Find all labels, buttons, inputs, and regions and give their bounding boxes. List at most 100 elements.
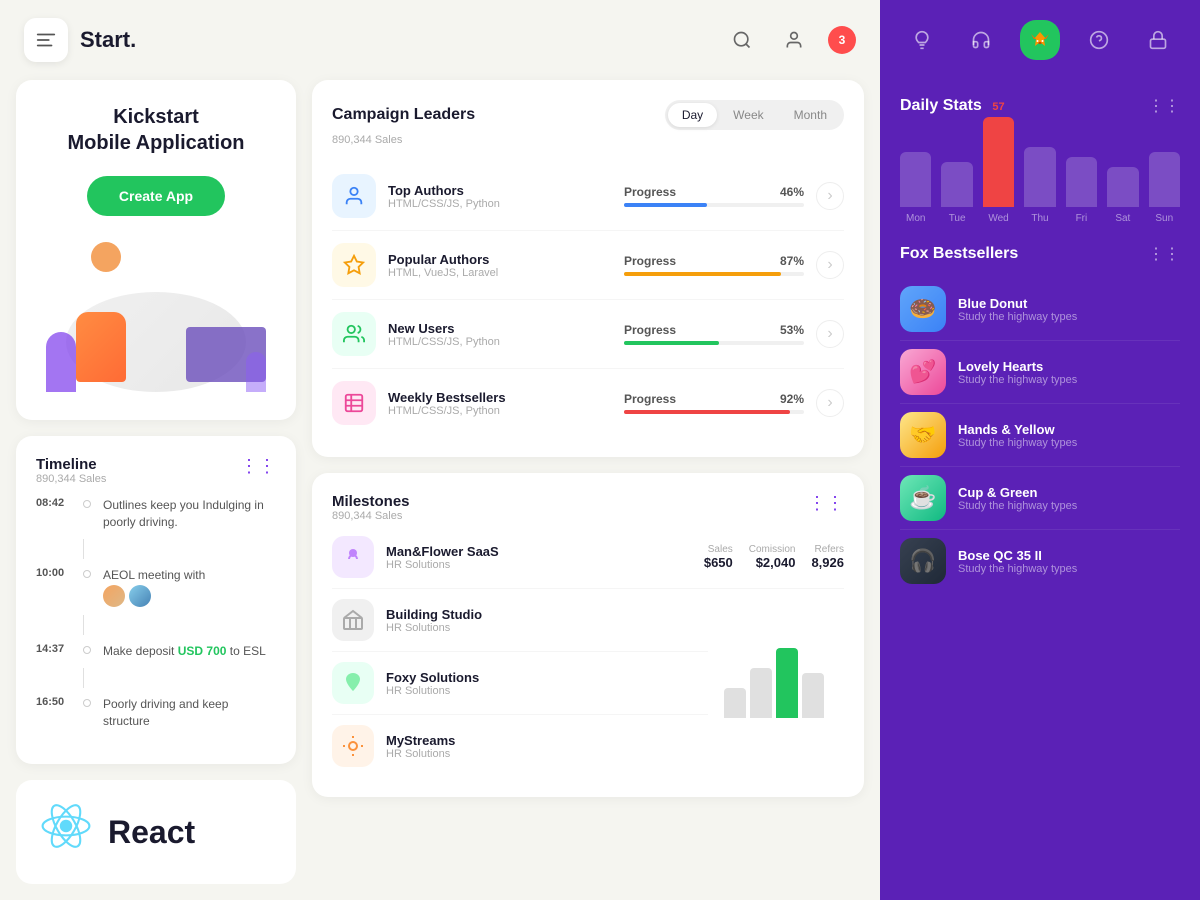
bestseller-info: Cup & Green Study the highway types: [958, 485, 1180, 512]
campaign-row: Top Authors HTML/CSS/JS, Python Progress…: [332, 162, 844, 231]
campaign-card: Campaign Leaders Day Week Month 890,344 …: [312, 80, 864, 457]
row-info: Weekly Bestsellers HTML/CSS/JS, Python: [388, 390, 612, 417]
row-icon-top-authors: [332, 174, 376, 218]
milestones-menu[interactable]: ⋮⋮: [808, 493, 844, 522]
tab-month[interactable]: Month: [780, 103, 841, 127]
milestone-chart: [724, 648, 844, 718]
milestone-info: Building Studio HR Solutions: [386, 607, 708, 634]
nav-fox-active[interactable]: [1020, 20, 1060, 60]
bestseller-item: 💕 Lovely Hearts Study the highway types: [900, 341, 1180, 404]
nav-headphone[interactable]: [961, 20, 1001, 60]
bar-chart: Mon Tue 57 Wed Thu Fri: [900, 128, 1180, 228]
daily-stats-title: Daily Stats: [900, 97, 982, 115]
row-info: New Users HTML/CSS/JS, Python: [388, 321, 612, 348]
row-chevron[interactable]: ›: [816, 389, 844, 417]
timeline-menu[interactable]: ⋮⋮: [240, 456, 276, 477]
react-label: React: [108, 814, 195, 851]
row-progress: Progress46%: [624, 185, 804, 207]
campaign-row: Popular Authors HTML, VueJS, Laravel Pro…: [332, 231, 844, 300]
milestone-icon: [332, 536, 374, 578]
tab-week[interactable]: Week: [719, 103, 777, 127]
milestone-icon: [332, 662, 374, 704]
avatar: [103, 585, 125, 607]
logo-text: Start.: [80, 27, 136, 53]
milestone-row: Foxy Solutions HR Solutions: [332, 652, 708, 715]
campaign-row: New Users HTML/CSS/JS, Python Progress53…: [332, 300, 844, 369]
milestone-info: Man&Flower SaaS HR Solutions: [386, 544, 692, 571]
milestone-stats: Sales $650 Comission $2,040 Refers 8,926: [704, 544, 844, 570]
nav-lightbulb[interactable]: [902, 20, 942, 60]
timeline-dot: [83, 500, 91, 508]
milestone-icon: [332, 725, 374, 767]
campaign-subtitle: 890,344 Sales: [332, 134, 844, 146]
timeline-card: Timeline 890,344 Sales ⋮⋮ 08:42 Outlines…: [16, 436, 296, 764]
row-progress: Progress87%: [624, 254, 804, 276]
kickstart-title: Kickstart Mobile Application: [36, 104, 276, 156]
create-app-button[interactable]: Create App: [87, 176, 225, 216]
timeline-item: 14:37 Make deposit USD 700 to ESL: [36, 635, 276, 668]
react-card: React: [16, 780, 296, 884]
row-progress: Progress92%: [624, 392, 804, 414]
nav-question[interactable]: [1079, 20, 1119, 60]
timeline-dot: [83, 570, 91, 578]
react-icon: [40, 800, 92, 864]
timeline-item: 16:50 Poorly driving and keep structure: [36, 688, 276, 738]
bestseller-item: 🤝 Hands & Yellow Study the highway types: [900, 404, 1180, 467]
milestone-icon: [332, 599, 374, 641]
kickstart-card: Kickstart Mobile Application Create App: [16, 80, 296, 420]
daily-stats-menu[interactable]: ⋮⋮: [1148, 96, 1180, 116]
bestseller-info: Bose QC 35 II Study the highway types: [958, 548, 1180, 575]
milestone-info: Foxy Solutions HR Solutions: [386, 670, 708, 697]
bestseller-info: Blue Donut Study the highway types: [958, 296, 1180, 323]
illustration: [46, 232, 266, 392]
row-progress: Progress53%: [624, 323, 804, 345]
fox-bestsellers-title: Fox Bestsellers: [900, 245, 1018, 263]
row-info: Top Authors HTML/CSS/JS, Python: [388, 183, 612, 210]
filter-tabs: Day Week Month: [665, 100, 844, 130]
logo-icon: [24, 18, 68, 62]
milestone-row: Building Studio HR Solutions: [332, 589, 708, 652]
search-icon[interactable]: [724, 22, 760, 58]
bestseller-item: 🎧 Bose QC 35 II Study the highway types: [900, 530, 1180, 592]
header-left: Start.: [24, 18, 136, 62]
bestseller-image: 🤝: [900, 412, 946, 458]
timeline-item: 10:00 AEOL meeting with: [36, 559, 276, 616]
milestone-info: MyStreams HR Solutions: [386, 733, 708, 760]
timeline-item: 08:42 Outlines keep you Indulging in poo…: [36, 489, 276, 539]
header-right: 3: [724, 22, 856, 58]
milestones-card: Milestones 890,344 Sales ⋮⋮ Man&Flower S…: [312, 473, 864, 797]
timeline-dot: [83, 699, 91, 707]
nav-lock[interactable]: [1138, 20, 1178, 60]
fox-bestsellers-menu[interactable]: ⋮⋮: [1148, 244, 1180, 264]
right-sidebar: Daily Stats ⋮⋮ Mon Tue 57 Wed Th: [880, 0, 1200, 900]
milestones-title: Milestones: [332, 493, 410, 510]
row-icon-weekly-bestsellers: [332, 381, 376, 425]
fox-bestsellers-section: Fox Bestsellers ⋮⋮ 🍩 Blue Donut Study th…: [880, 244, 1200, 900]
row-chevron[interactable]: ›: [816, 251, 844, 279]
notification-badge[interactable]: 3: [828, 26, 856, 54]
milestones-subtitle: 890,344 Sales: [332, 510, 410, 522]
bestseller-image: 🍩: [900, 286, 946, 332]
bestseller-image: 💕: [900, 349, 946, 395]
row-icon-new-users: [332, 312, 376, 356]
tab-day[interactable]: Day: [668, 103, 717, 127]
row-icon-popular-authors: [332, 243, 376, 287]
milestone-row: Man&Flower SaaS HR Solutions Sales $650 …: [332, 526, 844, 589]
campaign-title: Campaign Leaders: [332, 106, 475, 124]
row-info: Popular Authors HTML, VueJS, Laravel: [388, 252, 612, 279]
timeline-subtitle: 890,344 Sales: [36, 473, 106, 485]
row-chevron[interactable]: ›: [816, 320, 844, 348]
bestseller-item: ☕ Cup & Green Study the highway types: [900, 467, 1180, 530]
bestseller-info: Lovely Hearts Study the highway types: [958, 359, 1180, 386]
bestseller-item: 🍩 Blue Donut Study the highway types: [900, 278, 1180, 341]
sidebar-topnav: [880, 0, 1200, 80]
bestseller-image: 🎧: [900, 538, 946, 584]
daily-stats-section: Daily Stats ⋮⋮ Mon Tue 57 Wed Th: [880, 80, 1200, 244]
milestone-row: MyStreams HR Solutions: [332, 715, 708, 777]
user-icon[interactable]: [776, 22, 812, 58]
row-chevron[interactable]: ›: [816, 182, 844, 210]
avatar: [129, 585, 151, 607]
bestseller-info: Hands & Yellow Study the highway types: [958, 422, 1180, 449]
timeline-dot: [83, 646, 91, 654]
header: Start. 3: [0, 0, 880, 80]
